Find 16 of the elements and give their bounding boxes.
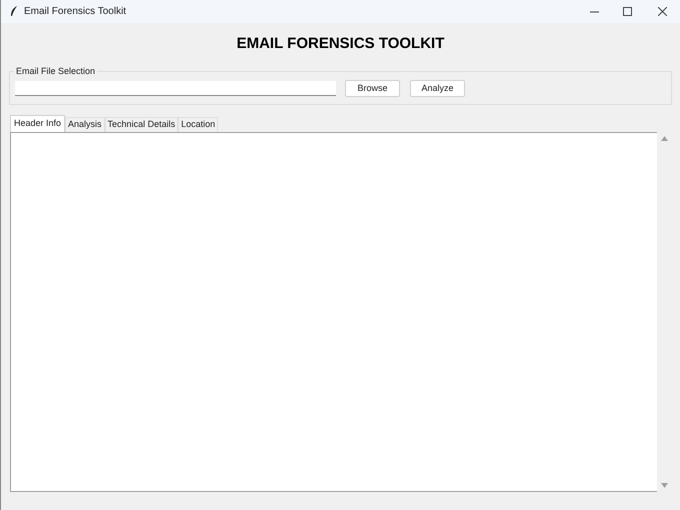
tab[interactable]: Technical Details xyxy=(104,116,178,132)
close-icon[interactable] xyxy=(658,7,667,16)
maximize-icon[interactable] xyxy=(623,7,632,16)
tab[interactable]: Analysis xyxy=(65,116,105,132)
group-label: Email File Selection xyxy=(14,64,98,76)
tab[interactable]: Header Info xyxy=(10,114,66,132)
file-path-field[interactable] xyxy=(15,81,336,96)
scroll-down-icon[interactable] xyxy=(660,482,668,488)
minimize-icon[interactable] xyxy=(590,10,599,12)
feather-icon xyxy=(10,6,18,17)
window-title: Email Forensics Toolkit xyxy=(24,5,126,19)
action-button[interactable]: Browse xyxy=(345,80,400,97)
scroll-up-icon[interactable] xyxy=(660,136,668,140)
tab[interactable]: Location xyxy=(178,116,218,132)
action-button[interactable]: Analyze xyxy=(410,80,465,97)
app-heading: EMAIL FORENSICS TOOLKIT xyxy=(236,34,444,54)
